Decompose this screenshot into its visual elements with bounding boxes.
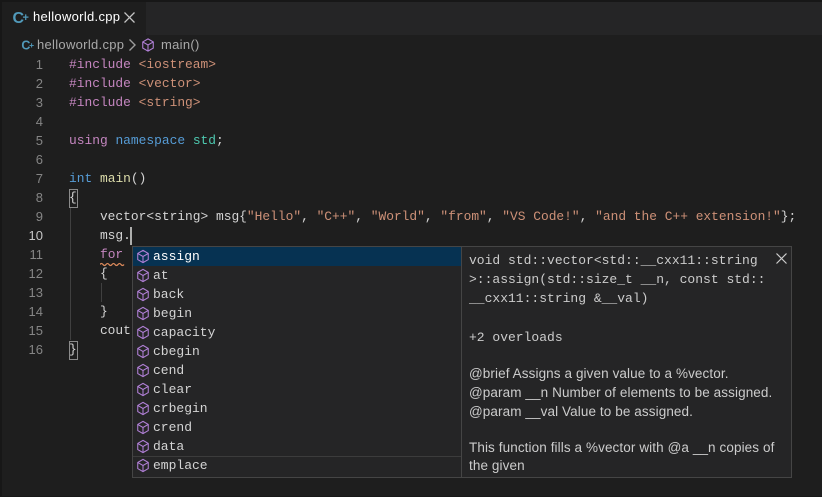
svg-text:+: +	[23, 12, 29, 24]
svg-text:+: +	[29, 40, 34, 50]
